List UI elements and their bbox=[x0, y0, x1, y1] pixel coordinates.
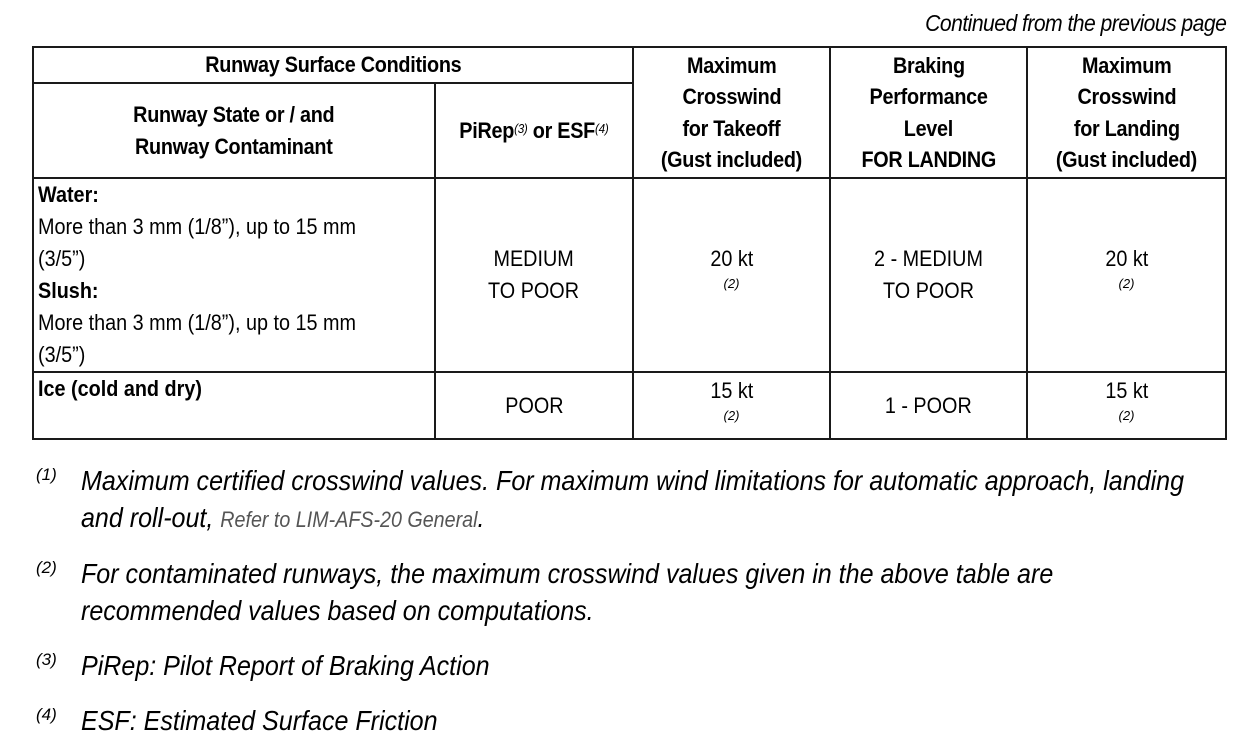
header-runway-surface-conditions: Runway Surface Conditions bbox=[32, 46, 634, 84]
footnote-number: (2) bbox=[36, 558, 57, 577]
condition-title: Water: bbox=[38, 182, 99, 207]
condition-desc: More than 3 mm (1/8”), up to 15 mm bbox=[38, 214, 357, 239]
runway-condition-cell: Ice (cold and dry) bbox=[32, 371, 436, 440]
crosswind-table: Runway Surface Conditions Maximum Crossw… bbox=[32, 46, 1227, 440]
footnote-number: (3) bbox=[36, 650, 57, 669]
continued-note: Continued from the previous page bbox=[924, 10, 1227, 36]
footnote-text-line2: and roll-out, Refer to LIM-AFS-20 Genera… bbox=[81, 502, 485, 533]
pirep-cell: POOR bbox=[434, 371, 634, 440]
footnote-text: recommended values based on computations… bbox=[81, 595, 594, 626]
takeoff-crosswind-cell: 20 kt (2) bbox=[632, 177, 831, 373]
table-row: Ice (cold and dry) POOR 15 kt (2) 1 - PO… bbox=[32, 371, 1227, 440]
header-line: Maximum bbox=[1081, 52, 1172, 78]
header-pirep-esf: PiRep(3) or ESF(4) bbox=[434, 82, 634, 179]
reference-link[interactable]: Refer to LIM-AFS-20 General bbox=[220, 507, 477, 532]
condition-desc: (3/5”) bbox=[38, 246, 86, 271]
footnote-ref: (2) bbox=[1118, 276, 1135, 291]
footnote-ref: (3) bbox=[514, 120, 528, 136]
header-line: for Takeoff bbox=[682, 115, 781, 141]
header-line: Maximum bbox=[686, 52, 777, 78]
footnote-number: (1) bbox=[36, 465, 57, 484]
header-line: (Gust included) bbox=[660, 147, 803, 172]
header-line: Crosswind bbox=[1077, 84, 1176, 109]
footnote-text: PiRep: Pilot Report of Braking Action bbox=[81, 650, 490, 681]
braking-level-cell: 2 - MEDIUM TO POOR bbox=[829, 177, 1028, 373]
footnote-ref: (4) bbox=[595, 120, 609, 136]
header-line: Performance bbox=[869, 84, 988, 109]
takeoff-crosswind-cell: 15 kt (2) bbox=[632, 371, 831, 440]
header-line: Crosswind bbox=[682, 84, 781, 109]
header-max-crosswind-takeoff: Maximum Crosswind for Takeoff (Gust incl… bbox=[632, 46, 831, 179]
header-line: Braking bbox=[892, 52, 965, 78]
footnote-text: ESF: Estimated Surface Friction bbox=[81, 705, 438, 736]
condition-title: Slush: bbox=[38, 278, 99, 303]
header-line: Level bbox=[903, 115, 954, 141]
footnote-text: Maximum certified crosswind values. For … bbox=[81, 465, 1185, 496]
header-line: (Gust included) bbox=[1055, 147, 1198, 172]
footnote-ref: (2) bbox=[723, 408, 740, 423]
runway-condition-cell: Water: More than 3 mm (1/8”), up to 15 m… bbox=[32, 177, 436, 373]
table-row: Water: More than 3 mm (1/8”), up to 15 m… bbox=[32, 177, 1227, 373]
crosswind-value: 15 kt bbox=[710, 378, 753, 403]
pirep-cell: MEDIUM TO POOR bbox=[434, 177, 634, 373]
landing-crosswind-cell: 20 kt (2) bbox=[1026, 177, 1227, 373]
footnote-ref: (2) bbox=[1118, 408, 1135, 423]
header-line: for Landing bbox=[1073, 115, 1180, 141]
condition-desc: More than 3 mm (1/8”), up to 15 mm bbox=[38, 310, 357, 335]
braking-level-cell: 1 - POOR bbox=[829, 371, 1028, 440]
crosswind-value: 20 kt bbox=[710, 246, 753, 271]
header-braking-performance: Braking Performance Level FOR LANDING bbox=[829, 46, 1028, 179]
header-line: FOR LANDING bbox=[861, 147, 996, 172]
header-row-group: Runway Surface Conditions Maximum Crossw… bbox=[32, 46, 1227, 179]
crosswind-value: 15 kt bbox=[1105, 378, 1148, 403]
condition-title: Ice (cold and dry) bbox=[38, 376, 202, 401]
condition-desc: (3/5”) bbox=[38, 342, 86, 367]
footnote-text: For contaminated runways, the maximum cr… bbox=[81, 558, 1054, 589]
footnote-ref: (2) bbox=[723, 276, 740, 291]
header-max-crosswind-landing: Maximum Crosswind for Landing (Gust incl… bbox=[1026, 46, 1227, 179]
footnote-number: (4) bbox=[36, 705, 57, 724]
landing-crosswind-cell: 15 kt (2) bbox=[1026, 371, 1227, 440]
header-runway-state: Runway State or / and Runway Contaminant bbox=[32, 82, 436, 179]
crosswind-value: 20 kt bbox=[1105, 246, 1148, 271]
